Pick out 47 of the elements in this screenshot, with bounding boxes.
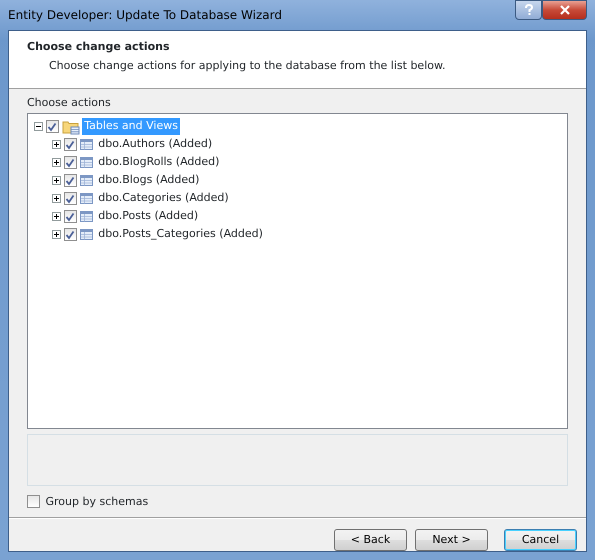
table-icon xyxy=(80,210,94,222)
minus-icon xyxy=(35,123,42,130)
collapse-toggle[interactable] xyxy=(34,122,43,131)
checkbox-label: Group by schemas xyxy=(46,494,148,510)
folder-icon xyxy=(62,118,80,134)
tree-item[interactable]: dbo.Blogs (Added) xyxy=(96,172,202,189)
tree-item[interactable]: dbo.Categories (Added) xyxy=(96,190,231,207)
checkbox[interactable] xyxy=(64,192,77,205)
expand-toggle[interactable] xyxy=(52,230,61,239)
tree-item[interactable]: dbo.Authors (Added) xyxy=(96,136,214,153)
table-icon xyxy=(80,156,94,168)
plus-icon xyxy=(53,231,60,238)
plus-icon xyxy=(53,177,60,184)
table-icon xyxy=(80,192,94,204)
window-title: Entity Developer: Update To Database Wizard xyxy=(8,7,282,24)
expand-toggle[interactable] xyxy=(52,176,61,185)
page-title: Choose change actions xyxy=(27,39,171,55)
tree-item[interactable]: dbo.BlogRolls (Added) xyxy=(96,154,222,171)
table-icon xyxy=(80,228,94,240)
checkbox[interactable] xyxy=(64,210,77,223)
checkbox[interactable] xyxy=(64,156,77,169)
tree-item[interactable]: dbo.Posts_Categories (Added) xyxy=(96,226,265,243)
table-icon xyxy=(80,138,94,150)
expand-toggle[interactable] xyxy=(52,194,61,203)
table-icon xyxy=(80,174,94,186)
help-icon xyxy=(524,4,534,16)
expand-toggle[interactable] xyxy=(52,158,61,167)
plus-icon xyxy=(53,213,60,220)
expand-toggle[interactable] xyxy=(52,140,61,149)
checkbox[interactable] xyxy=(64,138,77,151)
wizard-button[interactable]: Cancel xyxy=(504,529,577,551)
expand-toggle[interactable] xyxy=(52,212,61,221)
page-description: Choose change actions for applying to the database from the list below. xyxy=(48,58,446,74)
plus-icon xyxy=(53,141,60,148)
tree-label: Choose actions xyxy=(27,95,112,111)
wizard-button[interactable]: Next > xyxy=(415,529,488,551)
plus-icon xyxy=(53,195,60,202)
checkbox[interactable] xyxy=(27,495,40,508)
close-button[interactable] xyxy=(542,0,587,20)
close-icon xyxy=(558,5,570,15)
plus-icon xyxy=(53,159,60,166)
checkbox[interactable] xyxy=(64,228,77,241)
help-button[interactable] xyxy=(515,0,542,20)
wizard-button[interactable]: < Back xyxy=(334,529,407,551)
checkbox[interactable] xyxy=(64,174,77,187)
checkbox[interactable] xyxy=(46,120,59,133)
tree-item[interactable]: dbo.Posts (Added) xyxy=(96,208,200,225)
